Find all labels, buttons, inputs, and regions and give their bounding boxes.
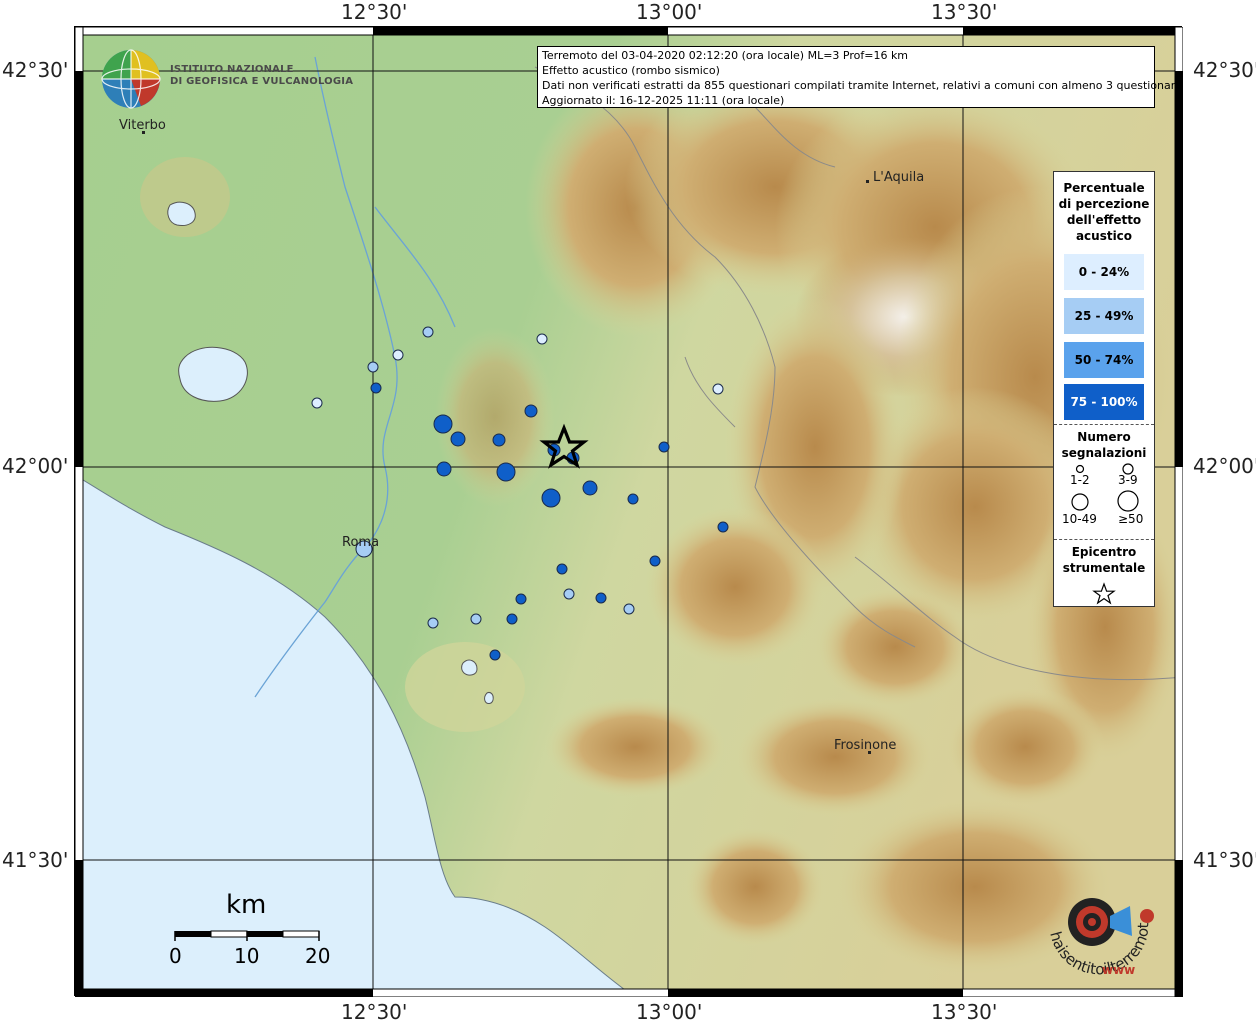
city-label-viterbo: Viterbo [119,118,166,133]
legend-panel: Percentuale di percezione dell'effetto a… [1053,171,1155,607]
observation-point[interactable] [717,521,729,533]
observation-point[interactable] [556,563,568,575]
legend-title-line1: Percentuale [1063,181,1145,195]
coord-left-4230: 42°30' [2,58,69,82]
institute-name: ISTITUTO NAZIONALE DI GEOFISICA E VULCAN… [170,64,353,88]
observation-point[interactable] [422,326,434,338]
brand-logo[interactable]: haisentitoilterremoto.it www [1036,856,1160,980]
lake-bracciano [178,346,248,402]
institute-name-line2: DI GEOFISICA E VULCANOLOGIA [170,76,354,87]
city-label-roma: Roma [342,535,380,550]
observation-point[interactable] [427,617,439,629]
coord-top-1330: 13°30' [931,0,998,24]
legend-size-10-49: 10-49 [1062,512,1097,526]
event-info-line3: Dati non verificati estratti da 855 ques… [542,79,1182,92]
legend-class-75-100: 75 - 100% [1064,384,1144,420]
scale-tick-0: 0 [169,944,182,968]
ingv-logo-icon [101,49,161,109]
legend-size-50: ≥50 [1118,512,1144,526]
observation-point[interactable] [450,431,466,447]
observation-point[interactable] [563,588,575,600]
observation-point[interactable] [582,480,598,496]
legend-title-line3: dell'effetto [1066,213,1142,227]
legend-epicenter-title-line2: strumentale [1062,561,1146,575]
map-frame[interactable] [74,26,1183,997]
legend-title-line4: acustico [1075,229,1133,243]
observation-point[interactable] [658,441,670,453]
legend-size-3-9: 3-9 [1118,473,1138,487]
event-info-line2: Effetto acustico (rombo sismico) [542,64,720,77]
observation-point[interactable] [627,493,639,505]
legend-class-25-49: 25 - 49% [1064,298,1144,334]
coord-top-1230: 12°30' [341,0,408,24]
legend-epicenter-title-line1: Epicentro [1071,545,1137,559]
coord-bottom-1300: 13°00' [636,1000,703,1024]
legend-epicenter-title: Epicentro strumentale [1054,544,1154,576]
lake-nemi [484,692,494,704]
legend-title: Percentuale di percezione dell'effetto a… [1054,180,1154,244]
scale-tick-10: 10 [234,944,260,968]
legend-class-label: 0 - 24% [1078,265,1130,279]
legend-class-label: 75 - 100% [1070,395,1138,409]
city-label-frosinone: Frosinone [834,738,897,753]
observation-point[interactable] [470,613,482,625]
coord-right-4130: 41°30' [1193,848,1256,872]
legend-count-title-line2: segnalazioni [1061,446,1147,460]
coord-right-4230: 42°30' [1193,58,1256,82]
observation-point[interactable] [506,613,518,625]
legend-class-label: 50 - 74% [1074,353,1134,367]
observation-point[interactable] [536,333,548,345]
coord-bottom-1230: 12°30' [341,1000,408,1024]
legend-star-icon [1092,582,1116,605]
observation-point[interactable] [496,462,516,482]
coord-right-4200: 42°00' [1193,454,1256,478]
legend-title-line2: di percezione [1058,197,1150,211]
event-info-line4: Aggiornato il: 16-12-2025 11:11 (ora loc… [542,94,785,107]
institute-name-line1: ISTITUTO NAZIONALE [170,64,294,75]
event-info-line1: Terremoto del 03-04-2020 02:12:20 (ora l… [542,49,909,62]
legend-size-1-2: 1-2 [1070,473,1090,487]
legend-divider [1054,539,1154,540]
event-info-box: Terremoto del 03-04-2020 02:12:20 (ora l… [537,46,1182,108]
observation-point[interactable] [712,383,724,395]
scale-tick-20: 20 [305,944,331,968]
observation-point[interactable] [367,361,379,373]
observation-point[interactable] [392,349,404,361]
observation-point[interactable] [433,414,453,434]
observation-point[interactable] [595,592,607,604]
coord-left-4200: 42°00' [2,454,69,478]
brand-logo-graphic: haisentitoilterremoto.it www [1036,856,1154,978]
scale-unit: km [226,890,267,920]
observation-point[interactable] [515,593,527,605]
legend-count-title-line1: Numero [1077,430,1131,444]
observation-point[interactable] [489,649,501,661]
legend-divider [1054,424,1154,425]
coord-top-1300: 13°00' [636,0,703,24]
observation-point[interactable] [649,555,661,567]
legend-count-title: Numero segnalazioni [1054,429,1154,461]
observation-point[interactable] [311,397,323,409]
lake-albano [461,659,478,676]
legend-class-0-24: 0 - 24% [1064,254,1144,290]
observation-point[interactable] [436,461,452,477]
observation-point[interactable] [492,433,506,447]
map-canvas[interactable] [75,27,1183,997]
observation-point[interactable] [541,488,561,508]
coord-left-4130: 41°30' [2,848,69,872]
legend-class-label: 25 - 49% [1074,309,1134,323]
observation-point[interactable] [370,382,382,394]
coord-bottom-1330: 13°30' [931,1000,998,1024]
observation-point[interactable] [623,603,635,615]
observation-point[interactable] [524,404,538,418]
lake-vico [167,201,196,226]
city-label-laquila: L'Aquila [873,170,925,185]
legend-class-50-74: 50 - 74% [1064,342,1144,378]
brand-www: www [1102,963,1135,977]
